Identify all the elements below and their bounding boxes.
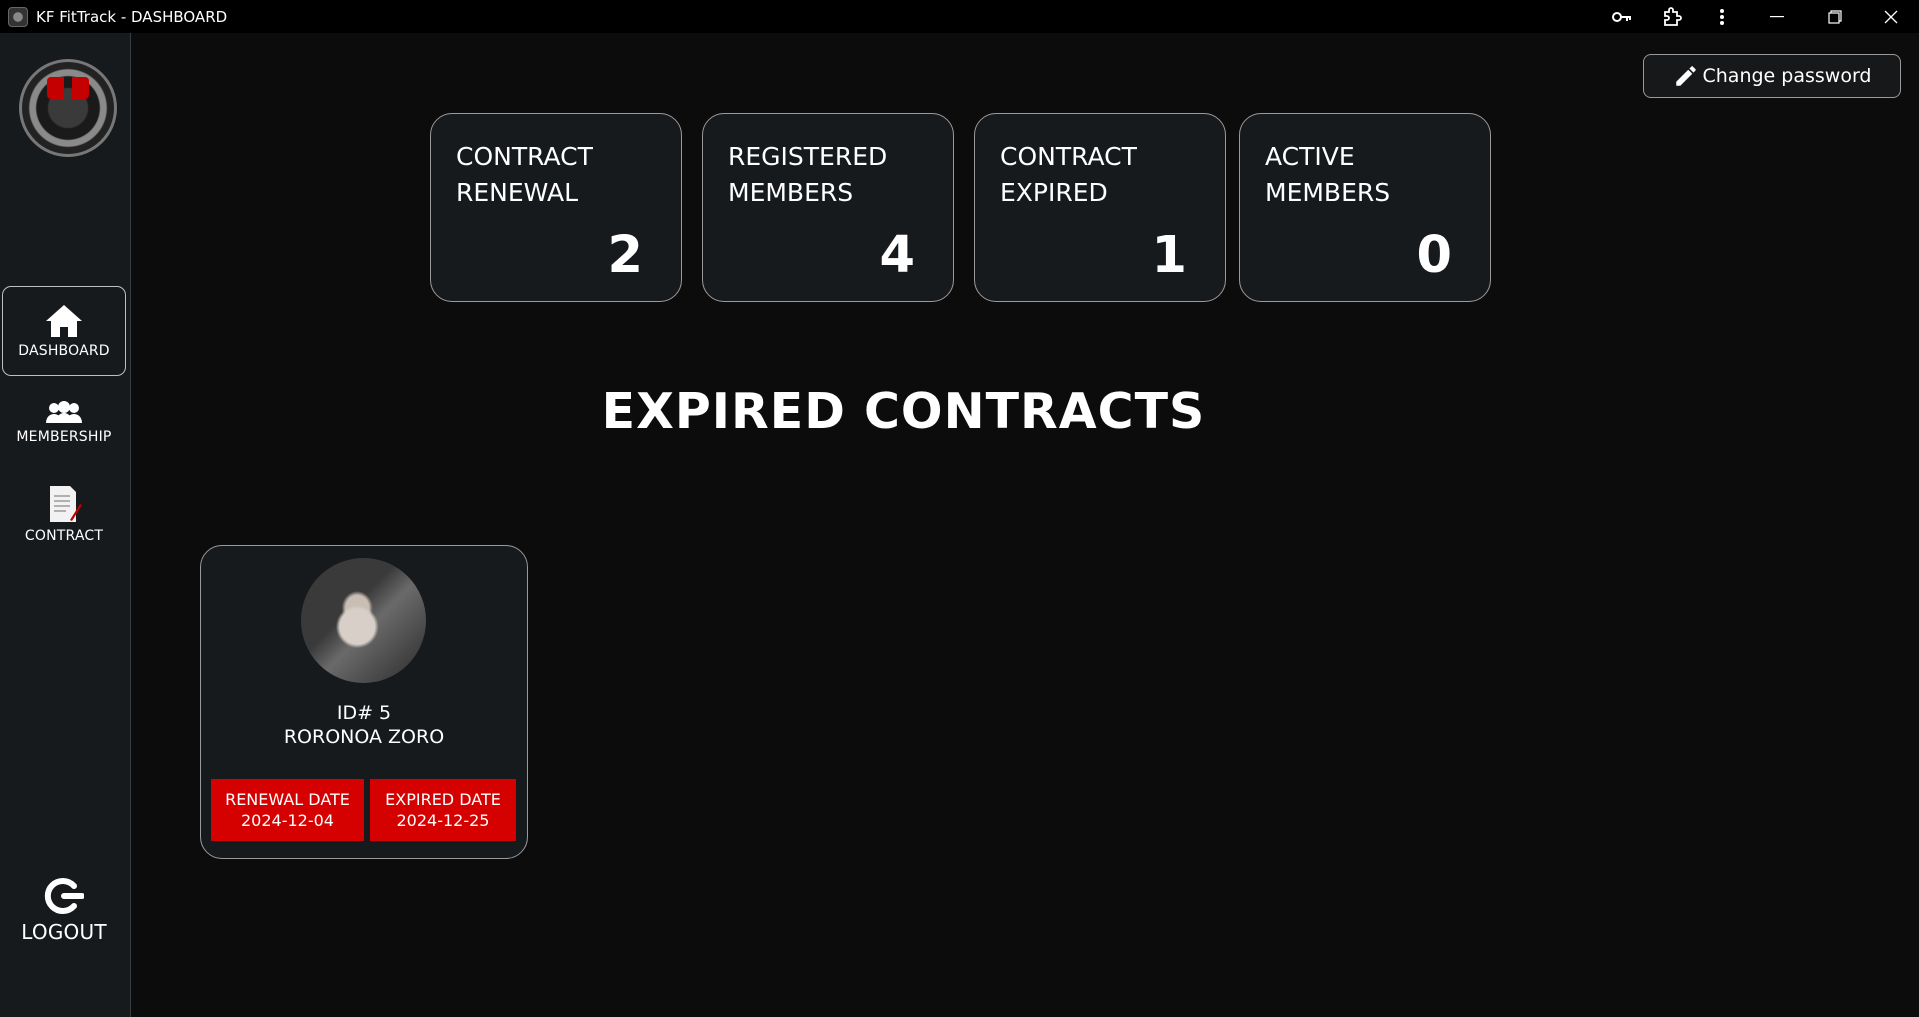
logout-icon xyxy=(44,878,84,914)
more-menu-icon[interactable] xyxy=(1697,0,1747,33)
change-password-label: Change password xyxy=(1702,65,1872,87)
sidebar-item-label: DASHBOARD xyxy=(18,343,110,359)
extensions-icon[interactable] xyxy=(1647,0,1697,33)
renewal-date-badge: RENEWAL DATE 2024-12-04 xyxy=(211,779,364,841)
section-title: EXPIRED CONTRACTS xyxy=(601,383,1206,440)
users-icon xyxy=(46,401,82,423)
stat-value: 0 xyxy=(1416,226,1453,285)
home-icon xyxy=(46,305,82,337)
stat-card-registered-members[interactable]: REGISTERED MEMBERS 4 xyxy=(702,113,954,302)
stat-value: 1 xyxy=(1151,226,1188,285)
minimize-button[interactable] xyxy=(1747,0,1807,33)
renewal-date-label: RENEWAL DATE xyxy=(225,790,350,809)
stat-card-contract-renewal[interactable]: CONTRACT RENEWAL 2 xyxy=(430,113,682,302)
app-icon xyxy=(8,6,28,27)
stat-value: 4 xyxy=(879,226,916,285)
expired-date-badge: EXPIRED DATE 2024-12-25 xyxy=(370,779,516,841)
member-avatar xyxy=(301,558,426,683)
sidebar-item-label: CONTRACT xyxy=(24,527,104,544)
member-name: RORONOA ZORO xyxy=(283,726,445,748)
stat-value: 2 xyxy=(607,226,644,285)
expired-date-label: EXPIRED DATE xyxy=(385,790,501,809)
contract-icon xyxy=(50,485,82,522)
main-content: Change password CONTRACT RENEWAL 2 REGIS… xyxy=(132,33,1919,1017)
pencil-icon xyxy=(1675,66,1696,86)
sidebar: DASHBOARD MEMBERSHIP CONTRACT LOGOUT xyxy=(0,33,131,1017)
logout-button[interactable]: LOGOUT xyxy=(2,871,126,949)
sidebar-item-membership[interactable]: MEMBERSHIP xyxy=(2,388,126,458)
window-title: KF FitTrack - DASHBOARD xyxy=(36,7,228,26)
stat-title: CONTRACT EXPIRED xyxy=(1000,142,1137,207)
expired-contract-card[interactable]: ID# 5 RORONOA ZORO RENEWAL DATE 2024-12-… xyxy=(200,545,528,859)
stat-title: CONTRACT RENEWAL xyxy=(456,142,593,207)
window-controls xyxy=(1597,0,1919,33)
title-bar: KF FitTrack - DASHBOARD xyxy=(0,0,1919,33)
key-icon[interactable] xyxy=(1597,0,1647,33)
stat-title: REGISTERED MEMBERS xyxy=(728,142,888,207)
sidebar-item-label: MEMBERSHIP xyxy=(16,429,112,445)
stat-card-active-members[interactable]: ACTIVE MEMBERS 0 xyxy=(1239,113,1491,302)
renewal-date-value: 2024-12-04 xyxy=(241,811,334,830)
gym-logo xyxy=(19,59,117,157)
close-button[interactable] xyxy=(1862,0,1919,33)
logout-label: LOGOUT xyxy=(21,920,107,944)
stat-title: ACTIVE MEMBERS xyxy=(1265,142,1391,207)
expired-date-value: 2024-12-25 xyxy=(396,811,490,830)
sidebar-item-contract[interactable]: CONTRACT xyxy=(2,476,126,551)
restore-button[interactable] xyxy=(1807,0,1862,33)
change-password-button[interactable]: Change password xyxy=(1643,54,1901,98)
stat-card-contract-expired[interactable]: CONTRACT EXPIRED 1 xyxy=(974,113,1226,302)
sidebar-item-dashboard[interactable]: DASHBOARD xyxy=(2,286,126,376)
member-id: ID# 5 xyxy=(336,702,392,724)
